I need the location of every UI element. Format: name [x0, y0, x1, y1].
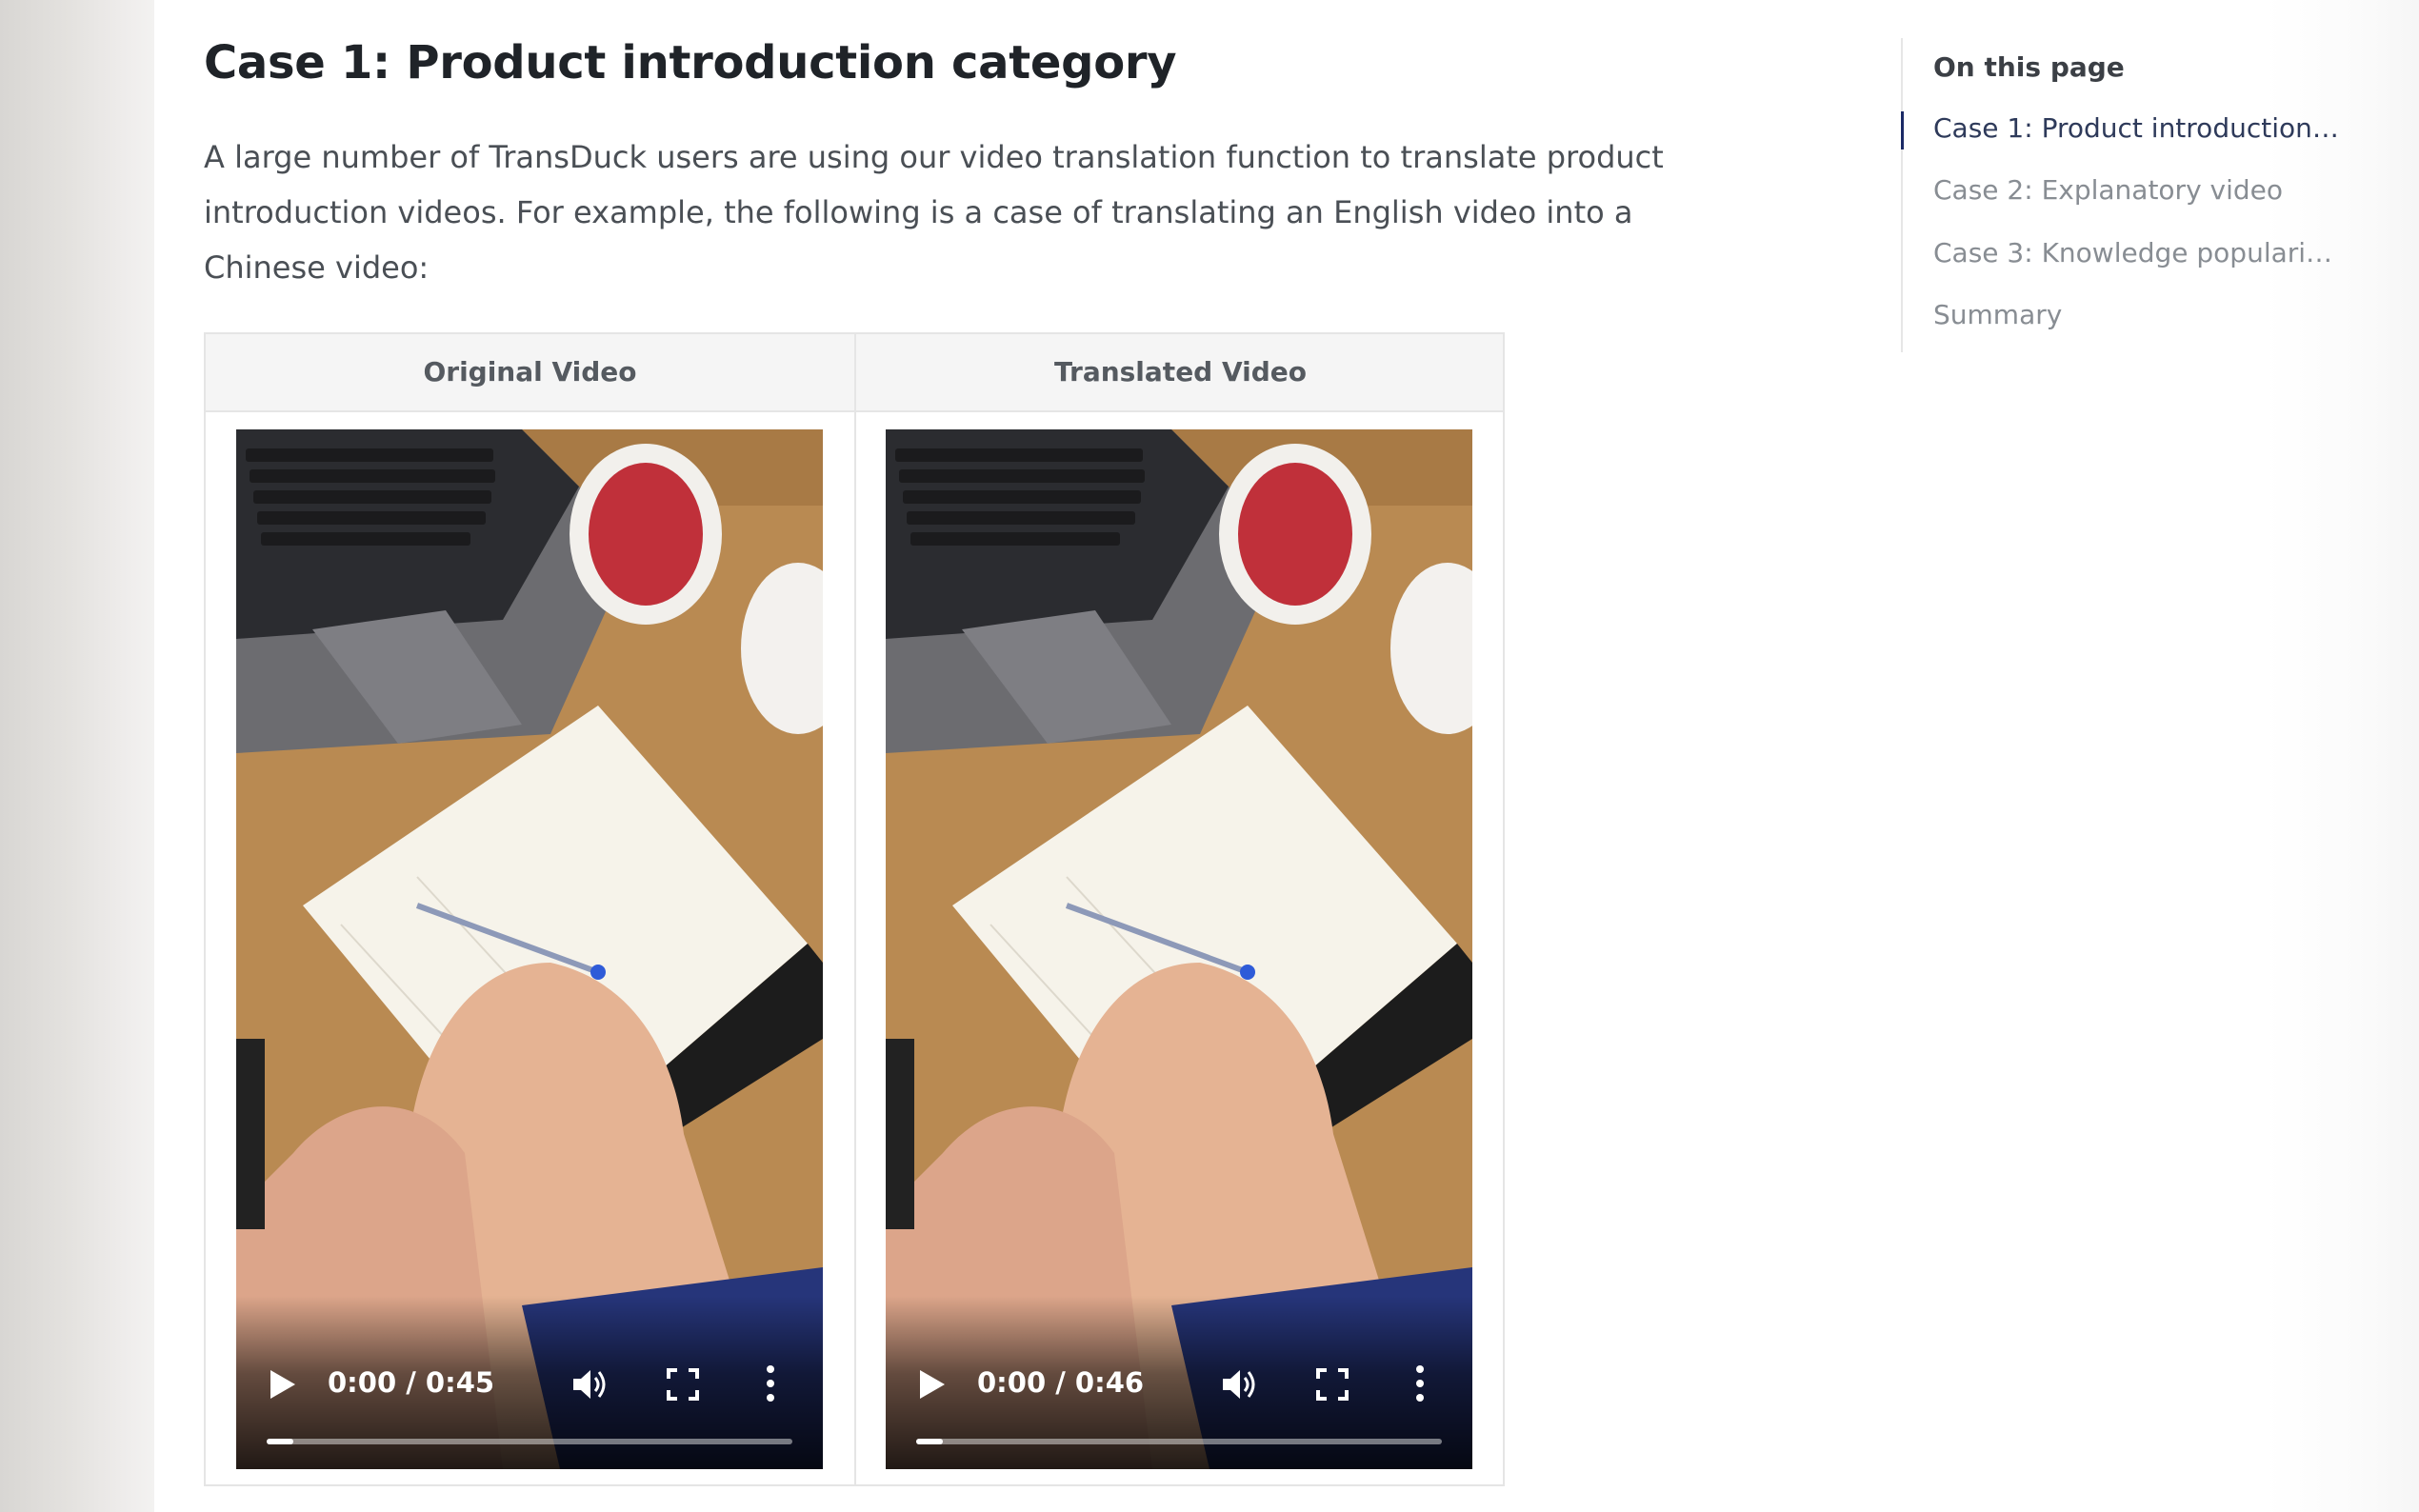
- video-progress-bar[interactable]: [267, 1439, 792, 1444]
- header-original-video: Original Video: [423, 356, 637, 388]
- left-backdrop: [0, 0, 154, 1512]
- play-icon[interactable]: [918, 1368, 947, 1401]
- toc-item-case-3[interactable]: Case 3: Knowledge populariz...: [1933, 237, 2343, 269]
- video-controls: 0:00 / 0:45: [236, 1296, 823, 1469]
- toc-active-indicator: [1901, 111, 1904, 149]
- section-heading: Case 1: Product introduction category: [204, 36, 1177, 90]
- volume-icon[interactable]: [571, 1366, 610, 1403]
- video-controls: 0:00 / 0:46: [886, 1296, 1472, 1469]
- article-content: Case 1: Product introduction category A …: [154, 0, 2343, 1512]
- fullscreen-icon[interactable]: [667, 1368, 699, 1401]
- toc-item-case-2[interactable]: Case 2: Explanatory video: [1933, 174, 2343, 206]
- translated-video-player[interactable]: 0:00 / 0:46: [886, 429, 1472, 1469]
- toc-item-summary[interactable]: Summary: [1933, 299, 2343, 330]
- original-video-player[interactable]: 0:00 / 0:45: [236, 429, 823, 1469]
- table-of-contents: On this page Case 1: Product introductio…: [1901, 38, 2349, 352]
- more-options-icon[interactable]: [1415, 1364, 1425, 1403]
- header-translated-video: Translated Video: [1053, 356, 1308, 388]
- video-time: 0:00 / 0:46: [977, 1366, 1145, 1399]
- play-icon[interactable]: [269, 1368, 297, 1401]
- video-time: 0:00 / 0:45: [328, 1366, 495, 1399]
- volume-icon[interactable]: [1221, 1366, 1259, 1403]
- toc-track: [1901, 38, 1903, 352]
- more-options-icon[interactable]: [766, 1364, 775, 1403]
- toc-title: On this page: [1933, 51, 2125, 83]
- video-comparison-table: Original Video Translated Video 0:00 / 0…: [204, 332, 1505, 1486]
- fullscreen-icon[interactable]: [1316, 1368, 1349, 1401]
- video-progress-fill: [916, 1439, 943, 1444]
- video-progress-bar[interactable]: [916, 1439, 1442, 1444]
- toc-item-case-1[interactable]: Case 1: Product introduction ...: [1933, 112, 2343, 144]
- video-progress-fill: [267, 1439, 293, 1444]
- intro-paragraph: A large number of TransDuck users are us…: [204, 139, 1664, 286]
- column-divider: [854, 334, 856, 1484]
